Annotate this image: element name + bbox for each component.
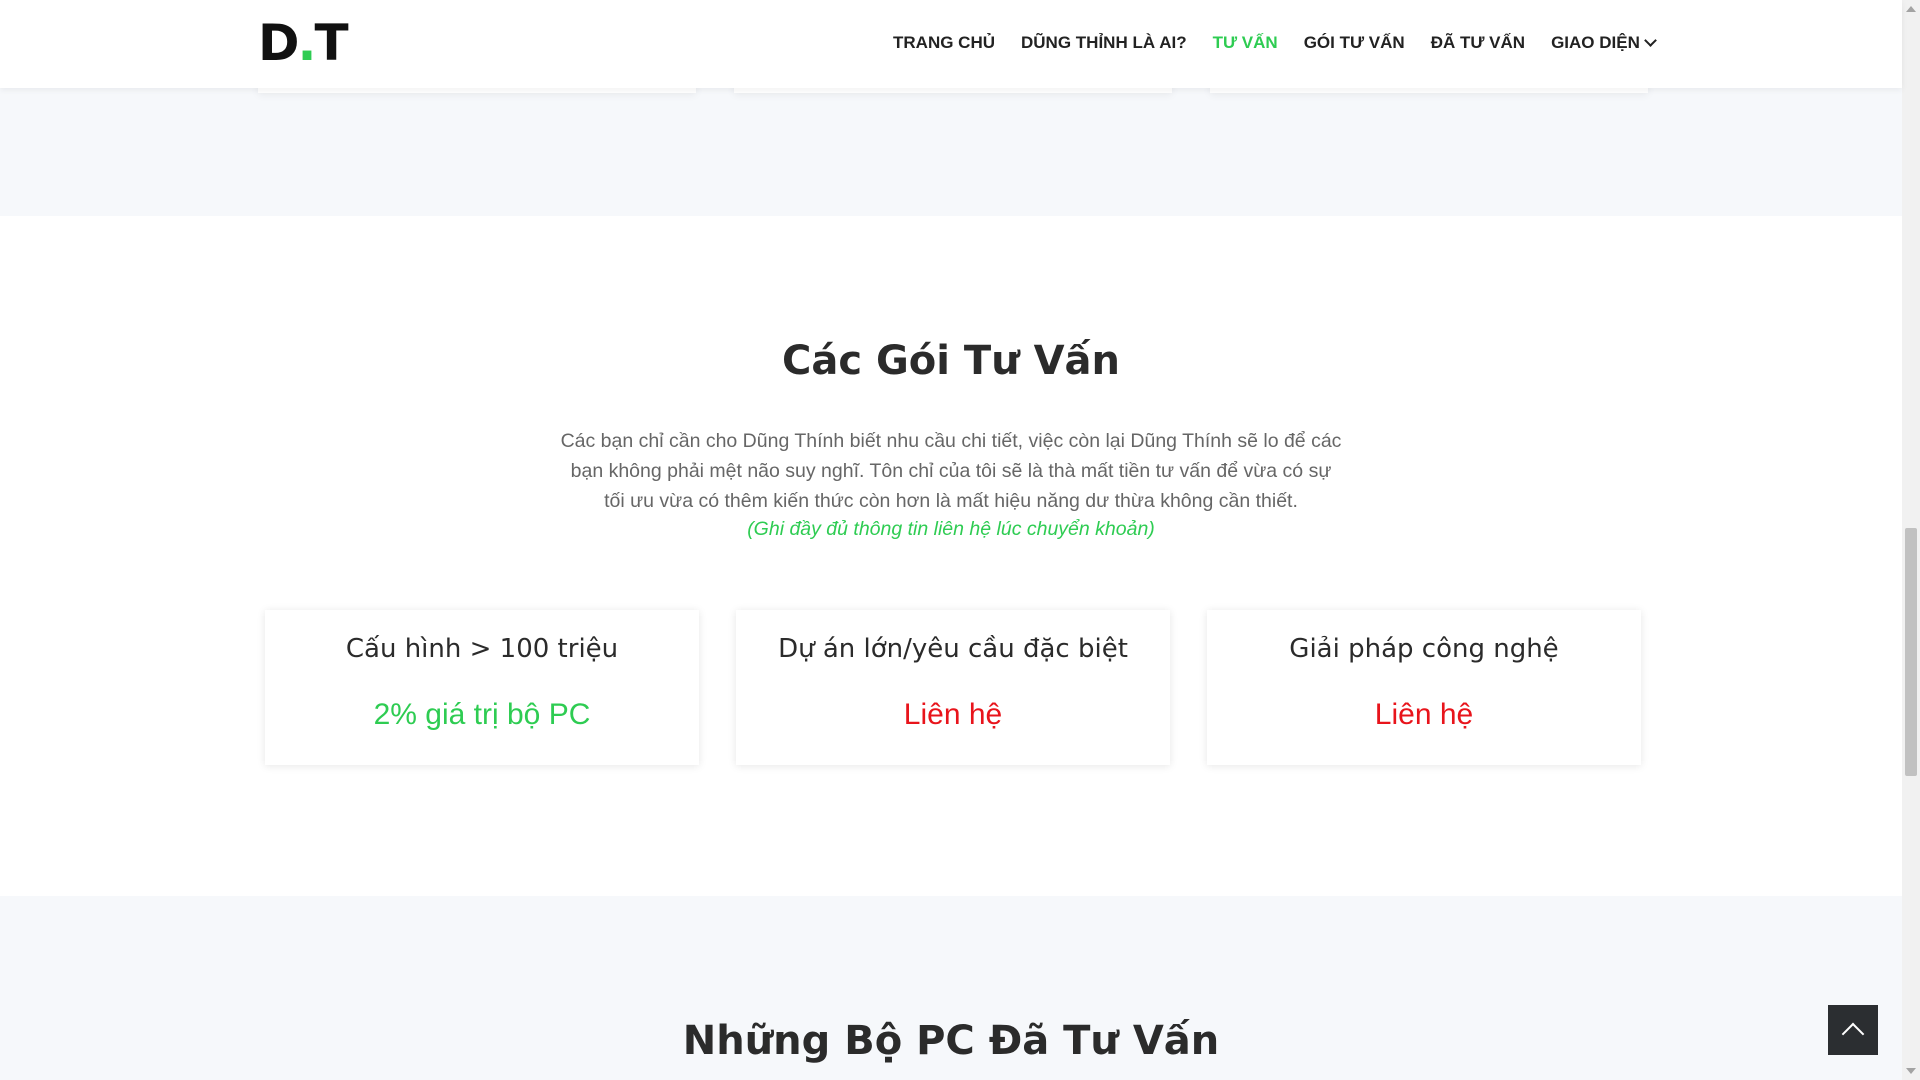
package-price: Liên hệ [903,698,1003,731]
page-scrollbar[interactable] [1902,0,1920,1080]
chevron-up-icon [1841,1022,1865,1046]
logo-letter-d: D [258,14,299,72]
section-description: Các bạn chỉ cần cho Dũng Thính biết nhu … [551,426,1351,516]
package-price: 2% giá trị bộ PC [373,698,591,731]
nav-item-interface-label: GIAO DIỆN [1551,33,1640,52]
nav-item-consulted[interactable]: ĐÃ TƯ VẤN [1431,33,1525,53]
consulted-pcs-section: Những Bộ PC Đã Tư Vấn [0,896,1902,1080]
chevron-down-icon [1644,34,1657,47]
logo-dot: . [297,14,317,72]
package-title: Dự án lớn/yêu cầu đặc biệt [778,634,1128,664]
package-card[interactable]: Giải pháp công nghệ Liên hệ [1207,610,1641,765]
scrollbar-thumb[interactable] [1905,528,1917,776]
description-line: bạn không phải mệt não suy nghĩ. Tôn chỉ… [570,460,1332,482]
description-line: Các bạn chỉ cần cho Dũng Thính biết nhu … [560,430,1342,452]
logo-letter-t: T [314,14,349,72]
section-title: Các Gói Tư Vấn [781,338,1121,384]
package-title: Giải pháp công nghệ [1289,634,1559,664]
package-card[interactable]: Dự án lớn/yêu cầu đặc biệt Liên hệ [736,610,1170,765]
scroll-up-arrow-icon[interactable] [1906,6,1916,12]
nav-item-consult[interactable]: TƯ VẤN [1213,33,1278,53]
packages-section: Các Gói Tư Vấn Các bạn chỉ cần cho Dũng … [0,216,1902,896]
package-card[interactable]: Cấu hình > 100 triệu 2% giá trị bộ PC [265,610,699,765]
main-nav: TRANG CHỦ DŨNG THỈNH LÀ AI? TƯ VẤN GÓI T… [893,33,1657,53]
nav-item-interface[interactable]: GIAO DIỆN [1551,33,1657,53]
nav-item-about[interactable]: DŨNG THỈNH LÀ AI? [1021,33,1187,53]
package-title: Cấu hình > 100 triệu [345,634,619,664]
site-header: D.T TRANG CHỦ DŨNG THỈNH LÀ AI? TƯ VẤN G… [0,0,1902,88]
scroll-down-arrow-icon[interactable] [1906,1068,1916,1074]
section-title: Những Bộ PC Đã Tư Vấn [682,1018,1220,1064]
nav-item-home[interactable]: TRANG CHỦ [893,33,995,53]
description-line: tối ưu vừa có thêm kiến thức còn hơn là … [604,490,1298,512]
section-note: (Ghi đầy đủ thông tin liên hệ lúc chuyển… [747,518,1155,540]
nav-item-packages[interactable]: GÓI TƯ VẤN [1304,33,1405,53]
site-logo[interactable]: D.T [258,14,349,72]
back-to-top-button[interactable] [1828,1005,1878,1055]
package-price: Liên hệ [1374,698,1474,731]
